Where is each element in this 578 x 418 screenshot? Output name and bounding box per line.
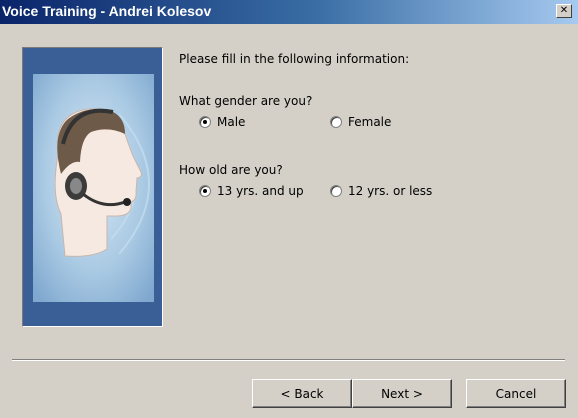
radio-unselected-icon[interactable] bbox=[330, 185, 342, 197]
headset-person-icon bbox=[33, 74, 154, 302]
radio-unselected-icon[interactable] bbox=[330, 116, 342, 128]
gender-question: What gender are you? bbox=[179, 94, 313, 108]
next-button[interactable]: Next > bbox=[352, 379, 452, 408]
radio-selected-icon[interactable] bbox=[199, 116, 211, 128]
age-question: How old are you? bbox=[179, 163, 283, 177]
wizard-illustration-panel bbox=[22, 47, 163, 327]
radio-selected-icon[interactable] bbox=[199, 185, 211, 197]
title-bar[interactable]: Voice Training - Andrei Kolesov ✕ bbox=[0, 0, 578, 24]
gender-male-label: Male bbox=[217, 115, 246, 129]
close-button[interactable]: ✕ bbox=[556, 4, 572, 18]
age-12-or-less-radio[interactable]: 12 yrs. or less bbox=[330, 184, 432, 198]
close-icon: ✕ bbox=[559, 5, 569, 16]
back-button[interactable]: < Back bbox=[252, 379, 352, 408]
intro-text: Please fill in the following information… bbox=[179, 52, 410, 66]
gender-male-radio[interactable]: Male bbox=[199, 115, 245, 129]
age-13-and-up-radio[interactable]: 13 yrs. and up bbox=[199, 184, 304, 198]
gender-female-label: Female bbox=[348, 115, 392, 129]
age-12-or-less-label: 12 yrs. or less bbox=[348, 184, 433, 198]
gender-female-radio[interactable]: Female bbox=[330, 115, 391, 129]
age-13-and-up-label: 13 yrs. and up bbox=[217, 184, 304, 198]
button-separator bbox=[12, 359, 565, 361]
window-title: Voice Training - Andrei Kolesov bbox=[2, 3, 212, 19]
cancel-button[interactable]: Cancel bbox=[466, 379, 566, 408]
